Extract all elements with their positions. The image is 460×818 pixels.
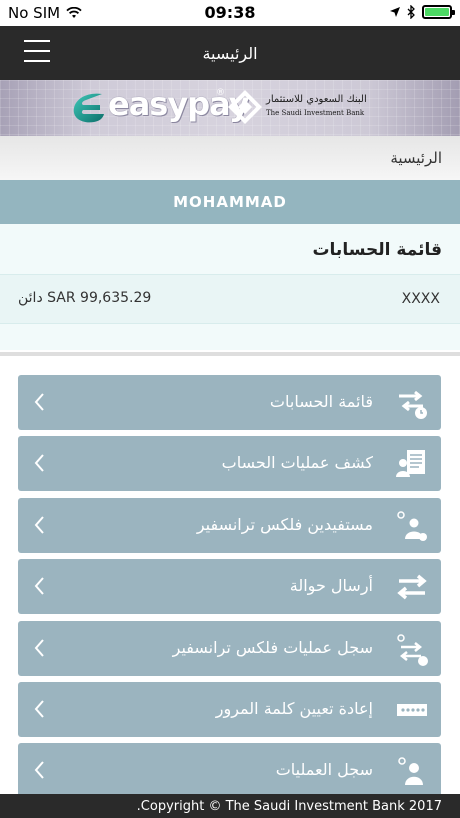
accounts-section: قائمة الحسابات SAR 99,635.29 دائن XXXX — [0, 224, 460, 350]
location-arrow-icon — [390, 7, 400, 17]
nav-bar: الرئيسية — [0, 26, 460, 80]
transfer-clock-icon — [399, 390, 427, 419]
menu-item-label: كشف عمليات الحساب — [221, 453, 373, 473]
nav-title: الرئيسية — [202, 43, 258, 63]
chevron-left-icon — [34, 638, 44, 657]
account-balance: SAR 99,635.29 دائن — [18, 290, 152, 306]
menu-item-label: سجل عمليات فلكس ترانسفير — [172, 637, 373, 657]
status-right — [389, 5, 455, 19]
menu-item-label: قائمة الحسابات — [269, 392, 373, 411]
menu-item-label: أرسال حوالة — [289, 576, 373, 596]
easypay-logo-icon — [73, 93, 104, 123]
menu-item-accounts-list[interactable]: قائمة الحسابات — [18, 375, 441, 430]
menu-item-transaction-log[interactable]: سجل العمليات — [18, 743, 441, 799]
menu-item-label: إعادة تعيين كلمة المرور — [215, 698, 373, 718]
account-number: XXXX — [401, 291, 440, 307]
statement-icon — [396, 450, 425, 478]
main-menu: قائمة الحسابات كشف عمليات الحساب مستفيدي… — [18, 375, 441, 805]
registered-mark: ® — [216, 88, 225, 98]
menu-icon[interactable] — [24, 40, 50, 64]
user-name-bar: MOHAMMAD — [0, 180, 460, 224]
footer-copyright: .Copyright © The Saudi Investment Bank 2… — [0, 794, 460, 818]
chevron-left-icon — [34, 761, 44, 780]
divider — [0, 352, 460, 356]
battery-icon — [422, 5, 455, 19]
swap-arrows-icon — [397, 574, 427, 600]
chevron-left-icon — [34, 393, 44, 411]
menu-item-flex-transfer-history[interactable]: سجل عمليات فلكس ترانسفير — [18, 620, 441, 676]
menu-item-flex-beneficiaries[interactable]: مستفيدين فلكس ترانسفير — [18, 497, 441, 553]
status-bar: No SIM 09:38 — [0, 0, 460, 26]
chevron-left-icon — [34, 516, 44, 534]
brand-banner: easypay ® البنك السعودي للاستثمار The Sa… — [0, 80, 460, 136]
chevron-left-icon — [34, 577, 44, 595]
menu-item-send-transfer[interactable]: أرسال حوالة — [18, 559, 441, 615]
account-row[interactable]: SAR 99,635.29 دائن XXXX — [0, 274, 460, 324]
bank-name-arabic: البنك السعودي للاستثمار — [266, 94, 367, 105]
chevron-left-icon — [34, 700, 44, 718]
menu-item-reset-password[interactable]: إعادة تعيين كلمة المرور — [18, 681, 441, 737]
beneficiaries-icon — [397, 511, 427, 541]
menu-item-label: سجل العمليات — [275, 760, 373, 780]
accounts-title: قائمة الحسابات — [312, 240, 442, 260]
breadcrumb: الرئيسية — [0, 136, 460, 180]
bank-logo-icon — [228, 90, 262, 124]
bluetooth-icon — [407, 5, 415, 19]
menu-item-account-statement[interactable]: كشف عمليات الحساب — [18, 436, 441, 492]
menu-item-label: مستفيدين فلكس ترانسفير — [196, 514, 373, 534]
bank-name-english: The Saudi Investment Bank — [266, 109, 365, 117]
transfer-history-icon — [397, 633, 428, 666]
password-icon — [397, 703, 427, 716]
chevron-left-icon — [34, 454, 44, 473]
user-gear-icon — [398, 757, 423, 786]
